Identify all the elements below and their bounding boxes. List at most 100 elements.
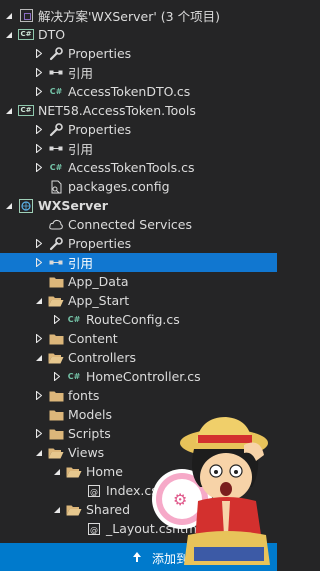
tree-node[interactable]: Controllers [0, 348, 277, 367]
razor-file-icon: @ [86, 521, 102, 537]
tree-node-label: Connected Services [68, 217, 192, 232]
expanded-arrow-icon[interactable] [52, 500, 62, 519]
tree-node-label: fonts [68, 388, 100, 403]
folder-open-icon [48, 293, 64, 309]
collapsed-arrow-icon[interactable] [34, 158, 44, 177]
collapsed-arrow-icon[interactable] [34, 424, 44, 443]
expanded-arrow-icon[interactable] [52, 462, 62, 481]
folder-open-icon [48, 445, 64, 461]
collapsed-arrow-icon[interactable] [34, 139, 44, 158]
tree-node[interactable]: Properties [0, 234, 277, 253]
collapsed-arrow-icon[interactable] [34, 386, 44, 405]
solution-node[interactable]: 解决方案'WXServer' (3 个项目) [0, 6, 277, 25]
svg-text:@: @ [90, 487, 98, 496]
expanded-arrow-icon[interactable] [34, 291, 44, 310]
csharp-file-icon: C# [67, 315, 81, 324]
tree-node-label: 引用 [68, 142, 94, 157]
collapsed-arrow-icon[interactable] [34, 329, 44, 348]
folder-icon [48, 331, 64, 347]
tree-node-label: AccessTokenTools.cs [68, 160, 195, 175]
tree-node[interactable]: WXServer [0, 196, 277, 215]
tree-node[interactable]: C# AccessTokenTools.cs [0, 158, 277, 177]
csharp-file-icon: C# [67, 372, 81, 381]
tree-node-label: Properties [68, 122, 132, 137]
tree-node[interactable]: Properties [0, 44, 277, 63]
config-file-icon [48, 179, 64, 195]
tree-node[interactable]: C# RouteConfig.cs [0, 310, 277, 329]
folder-icon [48, 407, 64, 423]
tree-node-label: packages.config [68, 179, 170, 194]
wrench-icon [48, 46, 64, 62]
tree-node[interactable]: C# AccessTokenDTO.cs [0, 82, 277, 101]
tree-node[interactable]: C# NET58.AccessToken.Tools [0, 101, 277, 120]
csharp-project-icon: C# [18, 105, 34, 116]
folder-icon [48, 388, 64, 404]
references-icon [48, 141, 64, 157]
folder-open-icon [48, 350, 64, 366]
razor-file-icon: @ [86, 483, 102, 499]
tree-node-label: App_Start [68, 293, 130, 308]
solution-label: 解决方案'WXServer' (3 个项目) [38, 9, 220, 24]
tree-node[interactable]: App_Start [0, 291, 277, 310]
tree-node-label: RouteConfig.cs [86, 312, 180, 327]
tree-node-label: NET58.AccessToken.Tools [38, 103, 196, 118]
solution-expander[interactable] [4, 6, 14, 25]
collapsed-arrow-icon[interactable] [34, 44, 44, 63]
tree-node[interactable]: 引用 [0, 63, 277, 82]
tree-node-label: WXServer [38, 198, 108, 213]
tree-node-label: 引用 [68, 256, 94, 271]
csharp-file-icon: C# [49, 87, 63, 96]
folder-open-icon [66, 502, 82, 518]
tree-node[interactable]: 引用 [0, 139, 277, 158]
tree-node-label: DTO [38, 27, 66, 42]
collapsed-arrow-icon[interactable] [34, 253, 44, 272]
collapsed-arrow-icon[interactable] [52, 310, 62, 329]
expanded-arrow-icon[interactable] [4, 25, 14, 44]
tree-node[interactable]: Properties [0, 120, 277, 139]
expanded-arrow-icon[interactable] [4, 101, 14, 120]
tree-node-label: Properties [68, 236, 132, 251]
tree-node[interactable]: Content [0, 329, 277, 348]
solution-icon [18, 8, 34, 24]
expanded-arrow-icon[interactable] [4, 196, 14, 215]
collapsed-arrow-icon[interactable] [34, 120, 44, 139]
references-icon [48, 255, 64, 271]
wrench-icon [48, 122, 64, 138]
tree-node-label: Controllers [68, 350, 136, 365]
connected-services-icon [48, 217, 64, 233]
folder-open-icon [66, 464, 82, 480]
tree-node[interactable]: fonts [0, 386, 277, 405]
tree-node[interactable]: 引用 [0, 253, 277, 272]
collapsed-arrow-icon[interactable] [34, 234, 44, 253]
tree-node[interactable]: packages.config [0, 177, 277, 196]
tree-node-label: Views [68, 445, 105, 460]
tree-node-label: Shared [86, 502, 131, 517]
tree-node-label: Home [86, 464, 123, 479]
web-project-icon [18, 198, 34, 214]
tree-node-label: Properties [68, 46, 132, 61]
folder-icon [48, 426, 64, 442]
collapsed-arrow-icon[interactable] [52, 367, 62, 386]
tree-node-label: 引用 [68, 66, 94, 81]
tree-node-label: AccessTokenDTO.cs [68, 84, 191, 99]
tree-node-label: Models [68, 407, 113, 422]
collapsed-arrow-icon[interactable] [34, 82, 44, 101]
tree-node[interactable]: App_Data [0, 272, 277, 291]
tree-node[interactable]: C# HomeController.cs [0, 367, 277, 386]
folder-icon [48, 274, 64, 290]
collapsed-arrow-icon[interactable] [34, 63, 44, 82]
tree-node[interactable]: Connected Services [0, 215, 277, 234]
tree-node[interactable]: C# DTO [0, 25, 277, 44]
tree-node-label: Scripts [68, 426, 111, 441]
tree-node-label: Content [68, 331, 118, 346]
wrench-icon [48, 236, 64, 252]
expanded-arrow-icon[interactable] [34, 443, 44, 462]
arrow-up-icon [133, 552, 141, 562]
expanded-arrow-icon[interactable] [34, 348, 44, 367]
